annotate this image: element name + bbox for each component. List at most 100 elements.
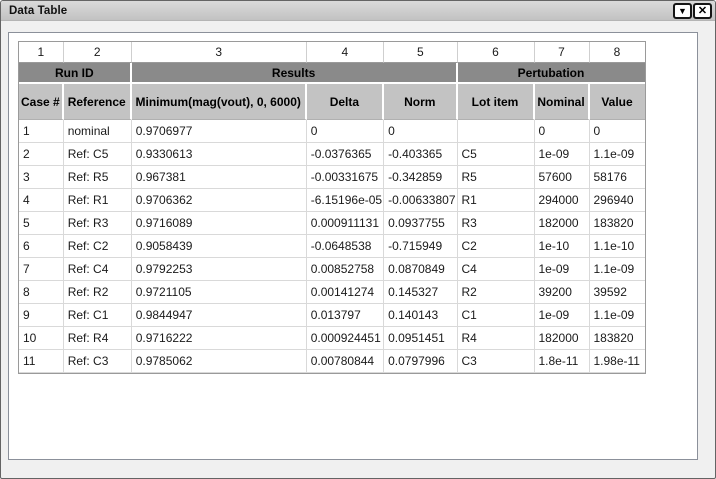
- table-cell[interactable]: 0.9716089: [132, 212, 307, 235]
- table-cell[interactable]: 296940: [590, 189, 645, 212]
- table-cell[interactable]: 4: [19, 189, 64, 212]
- table-cell[interactable]: 0: [590, 120, 645, 143]
- collapse-button[interactable]: ▼: [673, 3, 692, 19]
- table-cell[interactable]: Ref: R2: [64, 281, 132, 304]
- table-cell[interactable]: 0.9706977: [132, 120, 307, 143]
- table-cell[interactable]: 11: [19, 350, 64, 373]
- table-cell[interactable]: 0.9785062: [132, 350, 307, 373]
- table-cell[interactable]: 0.0951451: [384, 327, 457, 350]
- table-cell[interactable]: -0.00633807: [384, 189, 457, 212]
- table-cell[interactable]: 0.9706362: [132, 189, 307, 212]
- table-cell[interactable]: C1: [458, 304, 535, 327]
- table-cell[interactable]: 1.98e-11: [590, 350, 645, 373]
- table-cell[interactable]: 1.1e-09: [590, 304, 645, 327]
- column-number-3[interactable]: 3: [132, 42, 307, 63]
- table-cell[interactable]: 9: [19, 304, 64, 327]
- table-cell[interactable]: 0.0797996: [384, 350, 457, 373]
- table-cell[interactable]: 0.00852758: [307, 258, 384, 281]
- table-cell[interactable]: 294000: [535, 189, 590, 212]
- table-cell[interactable]: [458, 120, 535, 143]
- table-cell[interactable]: 5: [19, 212, 64, 235]
- table-cell[interactable]: 3: [19, 166, 64, 189]
- table-cell[interactable]: 0.9716222: [132, 327, 307, 350]
- table-cell[interactable]: 0: [307, 120, 384, 143]
- table-cell[interactable]: 0.000911131: [307, 212, 384, 235]
- table-cell[interactable]: R4: [458, 327, 535, 350]
- table-cell[interactable]: 1e-09: [535, 258, 590, 281]
- table-cell[interactable]: C3: [458, 350, 535, 373]
- table-cell[interactable]: R3: [458, 212, 535, 235]
- table-cell[interactable]: 0.9792253: [132, 258, 307, 281]
- column-number-8[interactable]: 8: [590, 42, 645, 63]
- table-cell[interactable]: 0.00780844: [307, 350, 384, 373]
- table-cell[interactable]: 0.9058439: [132, 235, 307, 258]
- column-number-6[interactable]: 6: [458, 42, 535, 63]
- table-cell[interactable]: -0.00331675: [307, 166, 384, 189]
- table-cell[interactable]: -0.403365: [384, 143, 457, 166]
- table-cell[interactable]: 8: [19, 281, 64, 304]
- table-cell[interactable]: 1.1e-09: [590, 143, 645, 166]
- table-cell[interactable]: 0.140143: [384, 304, 457, 327]
- table-cell[interactable]: 1e-09: [535, 304, 590, 327]
- table-cell[interactable]: 58176: [590, 166, 645, 189]
- table-cell[interactable]: -0.715949: [384, 235, 457, 258]
- table-cell[interactable]: C5: [458, 143, 535, 166]
- table-cell[interactable]: 0.00141274: [307, 281, 384, 304]
- table-cell[interactable]: R1: [458, 189, 535, 212]
- table-cell[interactable]: 1: [19, 120, 64, 143]
- table-cell[interactable]: 183820: [590, 212, 645, 235]
- table-cell[interactable]: 183820: [590, 327, 645, 350]
- table-cell[interactable]: 0: [384, 120, 457, 143]
- table-cell[interactable]: -0.0648538: [307, 235, 384, 258]
- table-cell[interactable]: 0.9721105: [132, 281, 307, 304]
- table-cell[interactable]: 1.8e-11: [535, 350, 590, 373]
- table-cell[interactable]: nominal: [64, 120, 132, 143]
- table-cell[interactable]: 1e-10: [535, 235, 590, 258]
- table-cell[interactable]: 7: [19, 258, 64, 281]
- table-cell[interactable]: 0: [535, 120, 590, 143]
- table-cell[interactable]: 1.1e-10: [590, 235, 645, 258]
- column-number-2[interactable]: 2: [64, 42, 132, 63]
- table-cell[interactable]: Ref: C5: [64, 143, 132, 166]
- table-cell[interactable]: 182000: [535, 327, 590, 350]
- column-number-7[interactable]: 7: [535, 42, 590, 63]
- column-number-5[interactable]: 5: [384, 42, 457, 63]
- table-cell[interactable]: 57600: [535, 166, 590, 189]
- table-cell[interactable]: -0.0376365: [307, 143, 384, 166]
- close-button[interactable]: ✕: [693, 3, 712, 19]
- table-cell[interactable]: R5: [458, 166, 535, 189]
- table-cell[interactable]: Ref: R1: [64, 189, 132, 212]
- table-cell[interactable]: 1e-09: [535, 143, 590, 166]
- table-cell[interactable]: Ref: R5: [64, 166, 132, 189]
- table-cell[interactable]: 0.145327: [384, 281, 457, 304]
- table-cell[interactable]: R2: [458, 281, 535, 304]
- table-cell[interactable]: Ref: R4: [64, 327, 132, 350]
- table-cell[interactable]: -0.342859: [384, 166, 457, 189]
- table-cell[interactable]: Ref: R3: [64, 212, 132, 235]
- table-cell[interactable]: 10: [19, 327, 64, 350]
- window-titlebar[interactable]: Data Table ▼ ✕: [1, 1, 715, 21]
- table-cell[interactable]: -6.15196e-05: [307, 189, 384, 212]
- table-cell[interactable]: Ref: C2: [64, 235, 132, 258]
- table-cell[interactable]: 0.000924451: [307, 327, 384, 350]
- table-cell[interactable]: 2: [19, 143, 64, 166]
- table-cell[interactable]: 0.967381: [132, 166, 307, 189]
- table-cell[interactable]: 0.9330613: [132, 143, 307, 166]
- table-cell[interactable]: C4: [458, 258, 535, 281]
- table-cell[interactable]: Ref: C4: [64, 258, 132, 281]
- table-cell[interactable]: 0.9844947: [132, 304, 307, 327]
- table-cell[interactable]: 0.0937755: [384, 212, 457, 235]
- column-number-4[interactable]: 4: [307, 42, 384, 63]
- table-cell[interactable]: C2: [458, 235, 535, 258]
- table-cell[interactable]: Ref: C3: [64, 350, 132, 373]
- table-cell[interactable]: 0.013797: [307, 304, 384, 327]
- table-cell[interactable]: Ref: C1: [64, 304, 132, 327]
- table-cell[interactable]: 39200: [535, 281, 590, 304]
- column-header-minimum-mag-vout-0-6000-: Minimum(mag(vout), 0, 6000): [132, 84, 307, 120]
- table-cell[interactable]: 182000: [535, 212, 590, 235]
- table-cell[interactable]: 39592: [590, 281, 645, 304]
- table-cell[interactable]: 0.0870849: [384, 258, 457, 281]
- column-number-1[interactable]: 1: [19, 42, 64, 63]
- table-cell[interactable]: 6: [19, 235, 64, 258]
- table-cell[interactable]: 1.1e-09: [590, 258, 645, 281]
